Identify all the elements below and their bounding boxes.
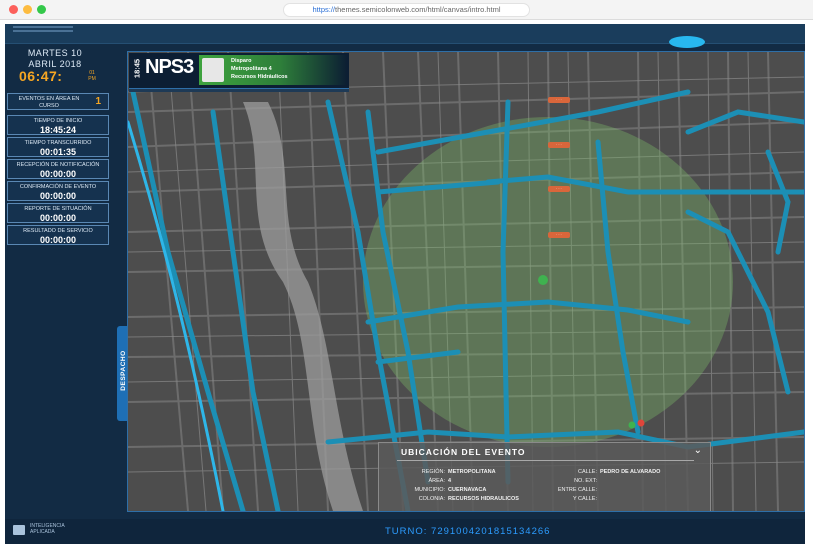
stat-value: 18:45:24 bbox=[39, 125, 77, 135]
incident-icon bbox=[202, 58, 224, 82]
url-path: themes.semicolonweb.com/html/canvas/intr… bbox=[335, 5, 501, 14]
location-no-ext: NO. EXT: bbox=[574, 478, 597, 484]
unit-marker-red bbox=[637, 419, 645, 427]
distance-pill: · · · bbox=[548, 97, 570, 103]
location-title: UBICACIÓN DEL EVENTO bbox=[401, 447, 526, 457]
address-bar[interactable]: https://themes.semicolonweb.com/html/can… bbox=[283, 3, 530, 17]
sidebar: MARTES 10 ABRIL 2018 06:47: 01 PM EVENTO… bbox=[5, 44, 115, 519]
chevron-down-icon[interactable]: ⌄ bbox=[694, 445, 702, 456]
stat-label: TIEMPO TRANSCURRIDO bbox=[24, 140, 92, 146]
app-footer: INTELIGENCIA APLICADA TURNO: 72910042018… bbox=[5, 519, 805, 544]
event-time: 18:45 bbox=[132, 58, 142, 79]
url-protocol: https:// bbox=[312, 5, 336, 14]
minimize-window-button[interactable] bbox=[23, 5, 32, 14]
event-code: NPS3 bbox=[145, 56, 194, 78]
date-weekday: MARTES 10 bbox=[27, 48, 83, 58]
stat-event-confirmation: CONFIRMACIÓN DE EVENTO 00:00:00 bbox=[7, 181, 109, 201]
event-marker bbox=[538, 275, 548, 285]
events-count: 1 bbox=[95, 96, 101, 107]
stat-value: 00:00:00 bbox=[39, 213, 77, 223]
event-location-panel[interactable]: UBICACIÓN DEL EVENTO ⌄ REGIÓN: METROPOLIT… bbox=[378, 442, 711, 511]
stat-situation-report: REPORTE DE SITUACIÓN 00:00:00 bbox=[7, 203, 109, 223]
stat-value: 00:00:00 bbox=[39, 169, 77, 179]
distance-pill: · · · bbox=[548, 232, 570, 238]
distance-pill: · · · bbox=[548, 142, 570, 148]
location-entre-calle: ENTRE CALLE: bbox=[557, 487, 597, 493]
stat-label: RECEPCIÓN DE NOTIFICACIÓN bbox=[16, 162, 100, 168]
event-colonia: Recursos Hidráulicos bbox=[231, 74, 288, 80]
event-header-card[interactable]: 18:45 NPS3 Disparo Metropolitana 4 Recur… bbox=[129, 53, 349, 89]
stat-start-time: TIEMPO DE INICIO 18:45:24 bbox=[7, 115, 109, 135]
events-label: EVENTOS EN ÁREA EN CURSO bbox=[18, 96, 80, 109]
status-indicator bbox=[669, 36, 705, 48]
stat-value: 00:00:00 bbox=[39, 191, 77, 201]
event-region: Metropolitana 4 bbox=[231, 66, 272, 72]
stat-notification-received: RECEPCIÓN DE NOTIFICACIÓN 00:00:00 bbox=[7, 159, 109, 179]
app-top-bar bbox=[5, 24, 805, 48]
dispatch-app: MARTES 10 ABRIL 2018 06:47: 01 PM EVENTO… bbox=[5, 24, 805, 544]
event-header-tabs bbox=[129, 89, 349, 92]
unit-marker-green bbox=[628, 421, 636, 429]
location-y-calle: Y CALLE: bbox=[572, 496, 597, 502]
stat-label: TIEMPO DE INICIO bbox=[33, 118, 83, 124]
brand-name: INTELIGENCIA APLICADA bbox=[30, 523, 65, 535]
event-type: Disparo bbox=[231, 58, 252, 64]
event-type-badge: Disparo Metropolitana 4 Recursos Hidrául… bbox=[199, 55, 347, 85]
browser-toolbar: https://themes.semicolonweb.com/html/can… bbox=[0, 0, 813, 20]
divider bbox=[397, 460, 694, 461]
turno-id: TURNO: 72910042018151342​66 bbox=[385, 526, 551, 537]
stat-label: REPORTE DE SITUACIÓN bbox=[24, 206, 92, 212]
clock-time: 06:47: bbox=[19, 68, 63, 84]
agency-logo bbox=[13, 26, 83, 38]
location-colonia: COLONIA: RECURSOS HIDRAULICOS bbox=[418, 496, 519, 502]
brand-logo-icon bbox=[13, 525, 25, 535]
stat-value: 00:01:35 bbox=[39, 147, 77, 157]
despacho-label: DESPACHO bbox=[120, 350, 127, 391]
stat-label: RESULTADO DE SERVICIO bbox=[23, 228, 93, 234]
location-region: REGIÓN: METROPOLITANA bbox=[421, 469, 496, 475]
location-calle: CALLE: PEDRO DE ALVARADO bbox=[578, 469, 661, 475]
stat-value: 00:00:00 bbox=[39, 235, 77, 245]
location-municipio: MUNICIPIO: CUERNAVACA bbox=[414, 487, 487, 493]
events-in-area[interactable]: EVENTOS EN ÁREA EN CURSO 1 bbox=[7, 93, 109, 110]
stat-label: CONFIRMACIÓN DE EVENTO bbox=[19, 184, 97, 190]
map-view[interactable]: · · · · · · · · · · · · 18:45 NPS3 Dispa… bbox=[127, 51, 805, 512]
distance-pill: · · · bbox=[548, 186, 570, 192]
stat-service-result: RESULTADO DE SERVICIO 00:00:00 bbox=[7, 225, 109, 245]
close-window-button[interactable] bbox=[9, 5, 18, 14]
stat-elapsed-time: TIEMPO TRANSCURRIDO 00:01:35 bbox=[7, 137, 109, 157]
maximize-window-button[interactable] bbox=[37, 5, 46, 14]
clock-ampm: 01 PM bbox=[88, 70, 96, 82]
event-zone bbox=[363, 117, 733, 447]
location-area: ÁREA: 4 bbox=[428, 478, 452, 484]
